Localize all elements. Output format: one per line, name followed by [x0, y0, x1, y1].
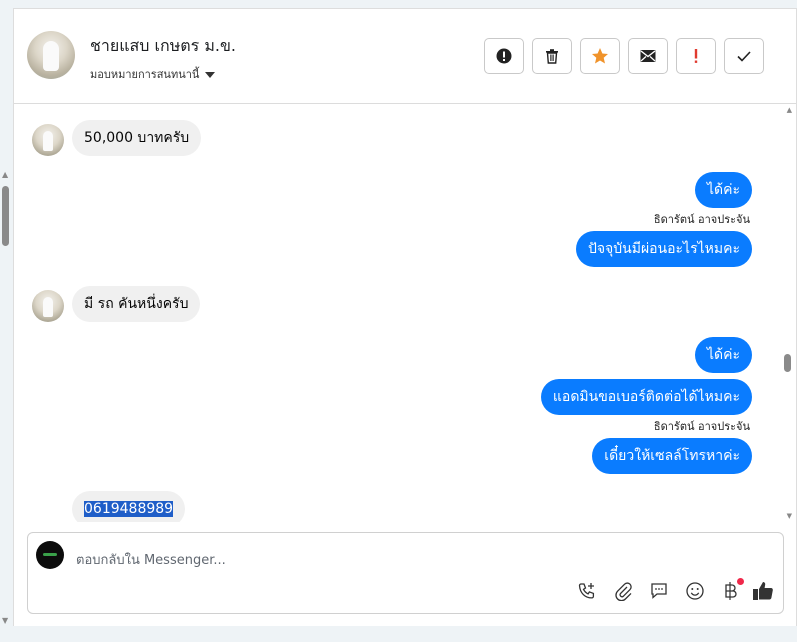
scroll-up-arrow[interactable]: ▲: [2, 170, 8, 179]
composer-toolbar: [575, 578, 775, 605]
alert-icon: [496, 48, 512, 64]
contact-avatar-small: [32, 124, 64, 156]
conversation-panel: ชายแสบ เกษตร ม.ข. มอบหมายการสนทนานี้ 50,…: [13, 8, 797, 626]
contact-avatar[interactable]: [27, 31, 75, 79]
check-icon: [737, 51, 751, 62]
saved-replies-button[interactable]: [647, 579, 671, 603]
selected-phone-number[interactable]: 0619488989: [84, 501, 174, 517]
payment-button[interactable]: [719, 578, 744, 603]
page-scrollbar[interactable]: ▲ ▼: [0, 170, 12, 625]
chat-scrollbar[interactable]: ▲ ▼: [782, 104, 794, 522]
assign-label: มอบหมายการสนทนานี้: [90, 68, 200, 81]
mark-unread-button[interactable]: [628, 38, 668, 74]
like-button[interactable]: [751, 579, 775, 603]
call-add-icon: [578, 583, 595, 599]
reply-composer[interactable]: ตอบกลับใน Messenger...: [27, 532, 784, 614]
trash-icon: [546, 49, 558, 64]
chat-bubble-icon: [651, 583, 667, 599]
sender-label: ธิดารัตน์ อาจประจัน: [653, 420, 750, 433]
paperclip-icon: [615, 582, 632, 601]
sender-label: ธิดารัตน์ อาจประจัน: [653, 213, 750, 226]
contact-name[interactable]: ชายแสบ เกษตร ม.ข.: [90, 34, 236, 59]
call-add-button[interactable]: [575, 579, 599, 603]
page-scroll-thumb[interactable]: [2, 186, 9, 246]
incoming-message[interactable]: มี รถ คันหนึ่งครับ: [72, 286, 201, 322]
incoming-message[interactable]: 50,000 บาทครับ: [72, 120, 202, 156]
conversation-header: ชายแสบ เกษตร ม.ข. มอบหมายการสนทนานี้: [14, 9, 796, 104]
mail-icon: [640, 50, 656, 62]
incoming-message[interactable]: 0619488989: [72, 491, 186, 522]
outgoing-message[interactable]: ได้ค่ะ: [694, 337, 752, 373]
exclamation-icon: [694, 49, 698, 63]
page-logo: [36, 541, 64, 569]
reply-input[interactable]: ตอบกลับใน Messenger...: [76, 549, 226, 570]
scroll-down-arrow[interactable]: ▼: [2, 616, 8, 625]
follow-up-button[interactable]: [676, 38, 716, 74]
message-thread[interactable]: 50,000 บาทครับ ได้ค่ะ ธิดารัตน์ อาจประจั…: [14, 104, 796, 522]
chat-scroll-thumb[interactable]: [784, 354, 791, 372]
contact-avatar-small: [32, 290, 64, 322]
star-icon: [592, 48, 608, 64]
emoji-icon: [686, 582, 704, 600]
attach-button[interactable]: [611, 579, 635, 603]
mark-spam-button[interactable]: [484, 38, 524, 74]
delete-button[interactable]: [532, 38, 572, 74]
chat-scroll-down-arrow[interactable]: ▼: [787, 512, 792, 520]
thumbs-up-icon: [753, 582, 773, 600]
chat-scroll-up-arrow[interactable]: ▲: [787, 106, 792, 114]
notification-dot: [737, 578, 744, 585]
outgoing-message[interactable]: แอดมินขอเบอร์ติดต่อได้ไหมคะ: [540, 379, 752, 415]
assign-conversation-dropdown[interactable]: มอบหมายการสนทนานี้: [90, 65, 216, 83]
baht-icon: [725, 582, 737, 600]
caret-down-icon: [205, 72, 216, 78]
star-button[interactable]: [580, 38, 620, 74]
outgoing-message[interactable]: ปัจจุบันมีผ่อนอะไรไหมคะ: [575, 231, 752, 267]
mark-done-button[interactable]: [724, 38, 764, 74]
outgoing-message[interactable]: เดี๋ยวให้เซลล์โทรหาค่ะ: [592, 438, 752, 474]
outgoing-message[interactable]: ได้ค่ะ: [694, 172, 752, 208]
emoji-button[interactable]: [683, 579, 707, 603]
